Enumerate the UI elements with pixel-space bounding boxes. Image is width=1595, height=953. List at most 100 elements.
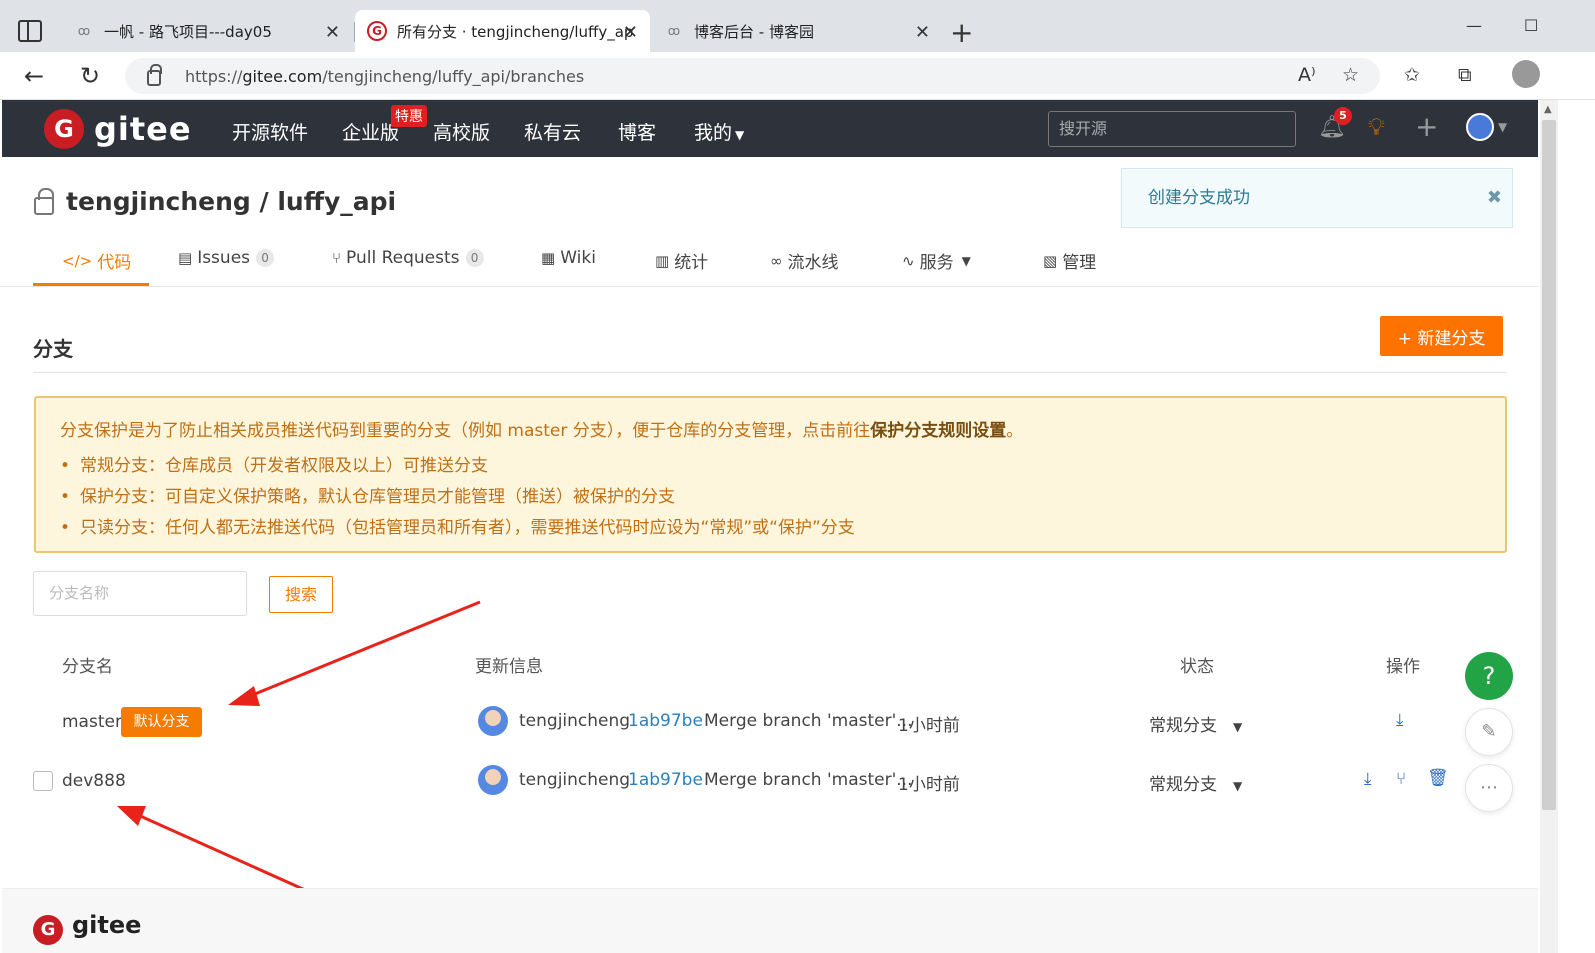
tab-label: 服务 xyxy=(919,253,954,273)
profile-icon[interactable] xyxy=(1512,60,1540,88)
lightbulb-icon[interactable]: 💡︎ xyxy=(1368,113,1385,141)
browser-tab-1[interactable]: ꝏ 一帆 - 路飞项目---day05 ✕ xyxy=(62,10,352,52)
delete-icon[interactable]: 🗑︎ xyxy=(1427,768,1449,788)
close-tab-icon[interactable]: ✕ xyxy=(623,22,638,43)
read-aloud-icon[interactable]: A⁾ xyxy=(1298,64,1316,86)
notice-item: 只读分支：任何人都无法推送代码（包括管理员和所有者），需要推送代码时应设为“常规… xyxy=(60,516,855,547)
divider xyxy=(33,372,1507,373)
active-tab-indicator xyxy=(33,283,149,286)
commit-hash[interactable]: 1ab97be xyxy=(628,770,703,790)
avatar[interactable] xyxy=(1466,113,1494,141)
avatar[interactable] xyxy=(478,706,508,736)
branch-name-filter-input[interactable]: 分支名称 xyxy=(33,571,247,616)
nav-open-source[interactable]: 开源软件 xyxy=(232,118,308,145)
url-host: gitee.com xyxy=(242,66,323,86)
branch-checkbox[interactable] xyxy=(33,771,53,791)
collections-icon[interactable]: ⧉ xyxy=(1458,64,1472,86)
search-button[interactable]: 搜索 xyxy=(269,576,333,613)
new-tab-icon[interactable]: + xyxy=(950,16,973,49)
pull-request-icon: ⑂ xyxy=(332,249,342,267)
download-icon[interactable]: ⤓ xyxy=(1396,710,1404,730)
service-icon: ∿ xyxy=(902,251,915,270)
browser-tab-bar: ꝏ 一帆 - 路飞项目---day05 ✕ G 所有分支 · tengjinch… xyxy=(0,0,1595,52)
lock-icon xyxy=(147,64,162,86)
chevron-down-icon[interactable]: ▼ xyxy=(1498,120,1507,134)
maximize-icon[interactable]: ☐ xyxy=(1524,16,1538,35)
close-tab-icon[interactable]: ✕ xyxy=(325,22,340,43)
browser-tab-2[interactable]: G 所有分支 · tengjincheng/luffy_ap ✕ xyxy=(355,10,650,52)
tab-title: 一帆 - 路飞项目---day05 xyxy=(104,22,272,41)
pipeline-icon: ∞ xyxy=(770,251,783,270)
tab-label: Wiki xyxy=(560,248,596,268)
browser-tab-3[interactable]: ꝏ 博客后台 - 博客园 ✕ xyxy=(652,10,942,52)
back-icon[interactable]: ← xyxy=(24,62,44,90)
tab-label: 流水线 xyxy=(787,253,839,273)
tab-issues[interactable]: ▤ Issues 0 xyxy=(178,248,275,268)
feedback-edit-icon[interactable]: ✎ xyxy=(1465,708,1513,756)
commit-author[interactable]: tengjincheng xyxy=(519,711,630,731)
repo-title: tengjincheng / luffy_api xyxy=(34,187,396,216)
gitee-search-input[interactable]: 搜开源 xyxy=(1048,111,1296,147)
help-button[interactable]: ? xyxy=(1465,652,1513,700)
download-icon[interactable]: ⤓ xyxy=(1364,769,1372,789)
plus-icon[interactable]: + xyxy=(1415,110,1438,143)
gitee-header: G gitee 开源软件 企业版 特惠 高校版 私有云 博客 我的 ▼ 搜开源 🔔… xyxy=(2,100,1538,157)
branch-name-master[interactable]: master xyxy=(62,712,122,732)
tab-pipeline[interactable]: ∞ 流水线 xyxy=(770,248,839,274)
protection-rules-link[interactable]: 保护分支规则设置 xyxy=(870,421,1006,441)
tab-label: 统计 xyxy=(674,253,709,273)
commit-message[interactable]: Merge branch 'master'... xyxy=(704,711,912,731)
wiki-icon: ▦ xyxy=(541,249,556,267)
page-title: 分支 xyxy=(33,337,73,361)
branch-state-select[interactable]: 常规分支 ▼ xyxy=(1149,770,1242,795)
nav-mine[interactable]: 我的 ▼ xyxy=(694,118,744,145)
annotation-arrow-1-line xyxy=(249,600,481,698)
branch-state-label: 常规分支 xyxy=(1149,716,1217,736)
close-tab-icon[interactable]: ✕ xyxy=(915,22,930,43)
annotation-arrow-1-head xyxy=(228,686,260,706)
url-prefix: https:// xyxy=(185,66,243,86)
nav-blog[interactable]: 博客 xyxy=(618,118,656,145)
vertical-scrollbar[interactable]: ▲ xyxy=(1540,100,1558,953)
caret-down-icon: ▼ xyxy=(1233,720,1243,734)
chat-icon[interactable]: ⋯ xyxy=(1465,764,1513,812)
add-favorite-icon[interactable]: ☆ xyxy=(1342,64,1359,86)
tab-count: 0 xyxy=(465,249,484,267)
tab-code[interactable]: </> 代码 xyxy=(62,248,131,274)
tab-service[interactable]: ∿ 服务 ▼ xyxy=(902,248,971,274)
tab-pull-requests[interactable]: ⑂ Pull Requests 0 xyxy=(332,248,484,268)
close-icon[interactable]: ✖ xyxy=(1487,169,1502,227)
new-branch-button[interactable]: + 新建分支 xyxy=(1380,316,1503,356)
gitee-logo[interactable]: G gitee xyxy=(44,109,192,149)
nav-private-cloud[interactable]: 私有云 xyxy=(524,118,581,145)
scrollbar-thumb[interactable] xyxy=(1542,120,1556,810)
commit-author[interactable]: tengjincheng xyxy=(519,770,630,790)
repo-full-name[interactable]: tengjincheng / luffy_api xyxy=(66,187,396,216)
url-input[interactable]: https://gitee.com/tengjincheng/luffy_api… xyxy=(125,58,1380,94)
tab-wiki[interactable]: ▦ Wiki xyxy=(541,248,596,268)
tab-manage[interactable]: ▧ 管理 xyxy=(1043,248,1096,274)
minimize-icon[interactable]: — xyxy=(1466,16,1482,35)
scroll-up-icon[interactable]: ▲ xyxy=(1544,104,1552,115)
gitee-logo-icon: G xyxy=(44,109,84,149)
chevron-down-icon: ▼ xyxy=(735,128,745,142)
refresh-icon[interactable]: ↻ xyxy=(80,62,100,90)
commit-message[interactable]: Merge branch 'master'... xyxy=(704,770,912,790)
column-header-update: 更新信息 xyxy=(475,657,543,677)
avatar[interactable] xyxy=(478,765,508,795)
branch-state-select[interactable]: 常规分支 ▼ xyxy=(1149,711,1242,736)
notice-lead-text: 分支保护是为了防止相关成员推送代码到重要的分支（例如 master 分支），便于… xyxy=(60,421,871,441)
tab-stats[interactable]: ▥ 统计 xyxy=(655,248,709,274)
commit-hash[interactable]: 1ab97be xyxy=(628,711,703,731)
nav-education[interactable]: 高校版 xyxy=(433,118,490,145)
manage-icon: ▧ xyxy=(1043,251,1058,270)
issues-icon: ▤ xyxy=(178,249,193,267)
tab-actions-icon[interactable] xyxy=(18,20,42,42)
tab-title: 博客后台 - 博客园 xyxy=(694,22,814,41)
branch-name-dev888[interactable]: dev888 xyxy=(62,771,126,791)
favorites-icon[interactable]: ✩ xyxy=(1404,64,1420,86)
column-header-state: 状态 xyxy=(1180,657,1214,677)
pull-request-icon[interactable]: ⑂ xyxy=(1396,769,1406,789)
branch-protection-notice: 分支保护是为了防止相关成员推送代码到重要的分支（例如 master 分支），便于… xyxy=(34,396,1507,553)
tab-count: 0 xyxy=(256,249,275,267)
